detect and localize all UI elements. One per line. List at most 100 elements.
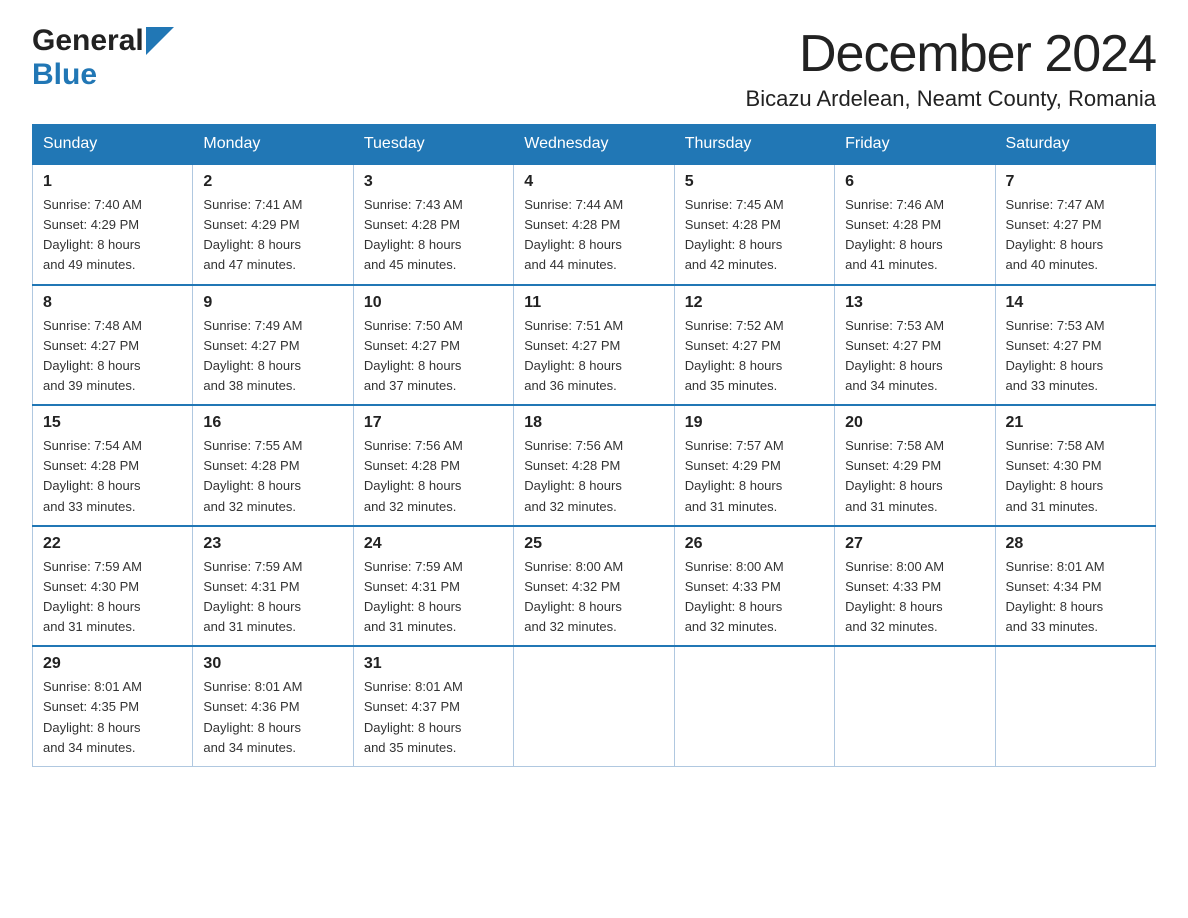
day-info: Sunrise: 7:59 AMSunset: 4:30 PMDaylight:… (43, 557, 182, 638)
day-info: Sunrise: 8:00 AMSunset: 4:33 PMDaylight:… (845, 557, 984, 638)
col-monday: Monday (193, 125, 353, 165)
day-number: 15 (43, 414, 182, 432)
day-number: 29 (43, 655, 182, 673)
day-info: Sunrise: 7:55 AMSunset: 4:28 PMDaylight:… (203, 436, 342, 517)
day-info: Sunrise: 7:58 AMSunset: 4:30 PMDaylight:… (1006, 436, 1145, 517)
calendar-week-row: 1 Sunrise: 7:40 AMSunset: 4:29 PMDaylight… (33, 164, 1156, 285)
table-row: 28Sunrise: 8:01 AMSunset: 4:34 PMDayligh… (995, 526, 1155, 647)
day-info: Sunrise: 7:48 AMSunset: 4:27 PMDaylight:… (43, 316, 182, 397)
table-row: 2 Sunrise: 7:41 AMSunset: 4:29 PMDaylight… (193, 164, 353, 285)
day-info: Sunrise: 7:41 AMSunset: 4:29 PMDaylight:… (203, 195, 342, 276)
day-info: Sunrise: 7:53 AMSunset: 4:27 PMDaylight:… (1006, 316, 1145, 397)
day-number: 30 (203, 655, 342, 673)
table-row: 4Sunrise: 7:44 AMSunset: 4:28 PMDaylight… (514, 164, 674, 285)
table-row (995, 646, 1155, 766)
table-row: 7 Sunrise: 7:47 AMSunset: 4:27 PMDaylight… (995, 164, 1155, 285)
day-number: 24 (364, 535, 503, 553)
day-number: 19 (685, 414, 824, 432)
col-thursday: Thursday (674, 125, 834, 165)
day-number: 23 (203, 535, 342, 553)
table-row: 10 Sunrise: 7:50 AMSunset: 4:27 PMDayligh… (353, 285, 513, 406)
day-info: Sunrise: 7:56 AMSunset: 4:28 PMDaylight:… (524, 436, 663, 517)
day-number: 17 (364, 414, 503, 432)
day-info: Sunrise: 7:52 AMSunset: 4:27 PMDaylight:… (685, 316, 824, 397)
day-info: Sunrise: 8:01 AMSunset: 4:36 PMDaylight:… (203, 677, 342, 758)
table-row: 18 Sunrise: 7:56 AMSunset: 4:28 PMDayligh… (514, 405, 674, 526)
day-info: Sunrise: 8:00 AMSunset: 4:33 PMDaylight:… (685, 557, 824, 638)
col-tuesday: Tuesday (353, 125, 513, 165)
day-number: 28 (1006, 535, 1145, 553)
table-row: 29 Sunrise: 8:01 AMSunset: 4:35 PMDayligh… (33, 646, 193, 766)
day-info: Sunrise: 8:00 AMSunset: 4:32 PMDaylight:… (524, 557, 663, 638)
col-wednesday: Wednesday (514, 125, 674, 165)
day-number: 12 (685, 294, 824, 312)
day-number: 1 (43, 173, 182, 191)
table-row: 3 Sunrise: 7:43 AMSunset: 4:28 PMDaylight… (353, 164, 513, 285)
day-number: 9 (203, 294, 342, 312)
table-row: 24 Sunrise: 7:59 AMSunset: 4:31 PMDayligh… (353, 526, 513, 647)
table-row: 13 Sunrise: 7:53 AMSunset: 4:27 PMDayligh… (835, 285, 995, 406)
table-row: 27Sunrise: 8:00 AMSunset: 4:33 PMDayligh… (835, 526, 995, 647)
day-number: 18 (524, 414, 663, 432)
day-number: 2 (203, 173, 342, 191)
day-number: 31 (364, 655, 503, 673)
day-info: Sunrise: 7:59 AMSunset: 4:31 PMDaylight:… (203, 557, 342, 638)
table-row: 12 Sunrise: 7:52 AMSunset: 4:27 PMDayligh… (674, 285, 834, 406)
table-row: 5 Sunrise: 7:45 AMSunset: 4:28 PMDaylight… (674, 164, 834, 285)
table-row: 26 Sunrise: 8:00 AMSunset: 4:33 PMDayligh… (674, 526, 834, 647)
day-info: Sunrise: 7:59 AMSunset: 4:31 PMDaylight:… (364, 557, 503, 638)
day-number: 16 (203, 414, 342, 432)
day-number: 3 (364, 173, 503, 191)
table-row (514, 646, 674, 766)
calendar-week-row: 15Sunrise: 7:54 AMSunset: 4:28 PMDayligh… (33, 405, 1156, 526)
calendar-header-row: Sunday Monday Tuesday Wednesday Thursday… (33, 125, 1156, 165)
table-row: 30 Sunrise: 8:01 AMSunset: 4:36 PMDayligh… (193, 646, 353, 766)
location-title: Bicazu Ardelean, Neamt County, Romania (746, 86, 1156, 112)
table-row: 8 Sunrise: 7:48 AMSunset: 4:27 PMDaylight… (33, 285, 193, 406)
day-info: Sunrise: 7:45 AMSunset: 4:28 PMDaylight:… (685, 195, 824, 276)
day-info: Sunrise: 7:47 AMSunset: 4:27 PMDaylight:… (1006, 195, 1145, 276)
table-row: 20 Sunrise: 7:58 AMSunset: 4:29 PMDayligh… (835, 405, 995, 526)
logo-general-text: General (32, 24, 144, 58)
col-saturday: Saturday (995, 125, 1155, 165)
page-header: General Blue December 2024 Bicazu Ardele… (32, 24, 1156, 112)
table-row: 14Sunrise: 7:53 AMSunset: 4:27 PMDayligh… (995, 285, 1155, 406)
day-info: Sunrise: 7:56 AMSunset: 4:28 PMDaylight:… (364, 436, 503, 517)
title-block: December 2024 Bicazu Ardelean, Neamt Cou… (746, 24, 1156, 112)
table-row: 23 Sunrise: 7:59 AMSunset: 4:31 PMDayligh… (193, 526, 353, 647)
day-number: 8 (43, 294, 182, 312)
col-sunday: Sunday (33, 125, 193, 165)
day-number: 22 (43, 535, 182, 553)
day-number: 21 (1006, 414, 1145, 432)
day-info: Sunrise: 7:43 AMSunset: 4:28 PMDaylight:… (364, 195, 503, 276)
day-number: 5 (685, 173, 824, 191)
day-info: Sunrise: 8:01 AMSunset: 4:37 PMDaylight:… (364, 677, 503, 758)
day-info: Sunrise: 7:53 AMSunset: 4:27 PMDaylight:… (845, 316, 984, 397)
day-number: 13 (845, 294, 984, 312)
day-info: Sunrise: 8:01 AMSunset: 4:35 PMDaylight:… (43, 677, 182, 758)
day-number: 20 (845, 414, 984, 432)
table-row: 15Sunrise: 7:54 AMSunset: 4:28 PMDayligh… (33, 405, 193, 526)
day-info: Sunrise: 7:44 AMSunset: 4:28 PMDaylight:… (524, 195, 663, 276)
day-number: 26 (685, 535, 824, 553)
day-number: 25 (524, 535, 663, 553)
day-info: Sunrise: 7:49 AMSunset: 4:27 PMDaylight:… (203, 316, 342, 397)
day-number: 10 (364, 294, 503, 312)
table-row (835, 646, 995, 766)
month-title: December 2024 (746, 24, 1156, 84)
logo-blue-text: Blue (32, 58, 97, 91)
calendar-week-row: 29 Sunrise: 8:01 AMSunset: 4:35 PMDayligh… (33, 646, 1156, 766)
logo-triangle-icon (146, 27, 174, 55)
day-number: 11 (524, 294, 663, 312)
day-number: 6 (845, 173, 984, 191)
day-info: Sunrise: 7:57 AMSunset: 4:29 PMDaylight:… (685, 436, 824, 517)
day-info: Sunrise: 7:40 AMSunset: 4:29 PMDaylight:… (43, 195, 182, 276)
day-info: Sunrise: 7:50 AMSunset: 4:27 PMDaylight:… (364, 316, 503, 397)
day-number: 7 (1006, 173, 1145, 191)
day-info: Sunrise: 7:58 AMSunset: 4:29 PMDaylight:… (845, 436, 984, 517)
table-row: 25 Sunrise: 8:00 AMSunset: 4:32 PMDayligh… (514, 526, 674, 647)
table-row (674, 646, 834, 766)
table-row: 17 Sunrise: 7:56 AMSunset: 4:28 PMDayligh… (353, 405, 513, 526)
calendar-table: Sunday Monday Tuesday Wednesday Thursday… (32, 124, 1156, 767)
table-row: 31 Sunrise: 8:01 AMSunset: 4:37 PMDayligh… (353, 646, 513, 766)
